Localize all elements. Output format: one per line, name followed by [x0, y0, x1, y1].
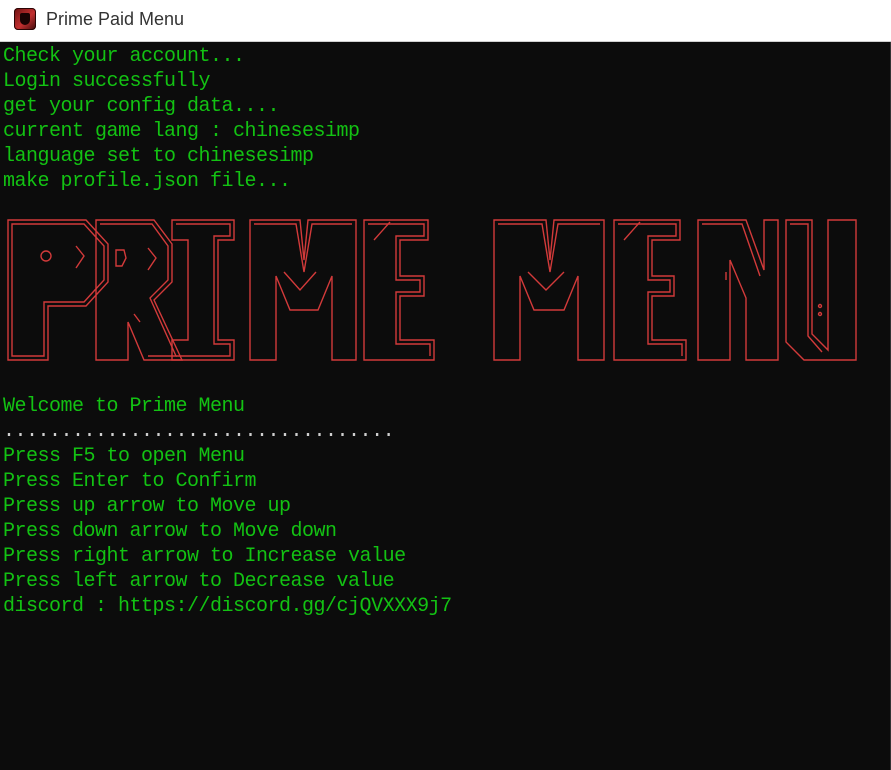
status-line: make profile.json file...: [3, 170, 291, 193]
console-output[interactable]: Check your account... Login successfully…: [0, 42, 891, 770]
instruction-line: Press F5 to open Menu: [3, 445, 245, 468]
discord-link[interactable]: discord : https://discord.gg/cjQVXXX9j7: [3, 594, 452, 619]
instruction-line: Press left arrow to Decrease value: [3, 570, 395, 593]
status-line: Check your account...: [3, 45, 245, 68]
instruction-line: Press down arrow to Move down: [3, 520, 337, 543]
ascii-banner: [7, 219, 857, 361]
status-line: language set to chinesesimp: [3, 145, 314, 168]
status-lines: Check your account... Login successfully…: [3, 44, 360, 194]
status-line: Login successfully: [3, 70, 211, 93]
welcome-text: Welcome to Prime Menu: [3, 395, 245, 418]
window-title: Prime Paid Menu: [46, 9, 185, 29]
instruction-line: Press right arrow to Increase value: [3, 545, 406, 568]
status-line: get your config data....: [3, 95, 280, 118]
instruction-line: Press Enter to Confirm: [3, 470, 257, 493]
status-line: current game lang : chinesesimp: [3, 120, 360, 143]
title-bar[interactable]: Prime Paid Menu: [0, 0, 891, 42]
separator: ..................................: [3, 420, 395, 443]
app-icon: [14, 8, 36, 30]
instruction-lines: Welcome to Prime Menu ..................…: [3, 394, 452, 619]
instruction-line: Press up arrow to Move up: [3, 495, 291, 518]
